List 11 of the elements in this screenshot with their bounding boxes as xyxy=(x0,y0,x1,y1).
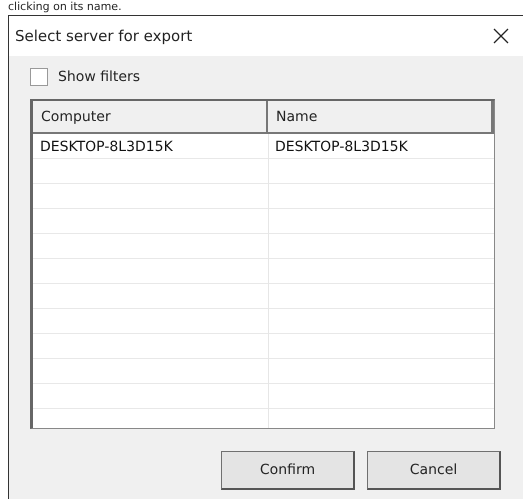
cancel-button[interactable]: Cancel xyxy=(367,451,501,490)
caption-text: clicking on its name. xyxy=(8,0,122,13)
column-header[interactable]: Computer xyxy=(33,101,268,132)
checkbox-label: Show filters xyxy=(58,69,140,85)
close-icon[interactable] xyxy=(493,28,509,44)
confirm-button[interactable]: Confirm xyxy=(221,451,355,490)
window-title: Select server for export xyxy=(15,27,192,45)
show-filters-checkbox[interactable] xyxy=(30,68,48,86)
table-cell-text: DESKTOP-8L3D15K xyxy=(274,138,409,156)
column-header[interactable]: Name xyxy=(268,101,494,132)
table-cell-text: DESKTOP-8L3D15K xyxy=(39,138,174,156)
